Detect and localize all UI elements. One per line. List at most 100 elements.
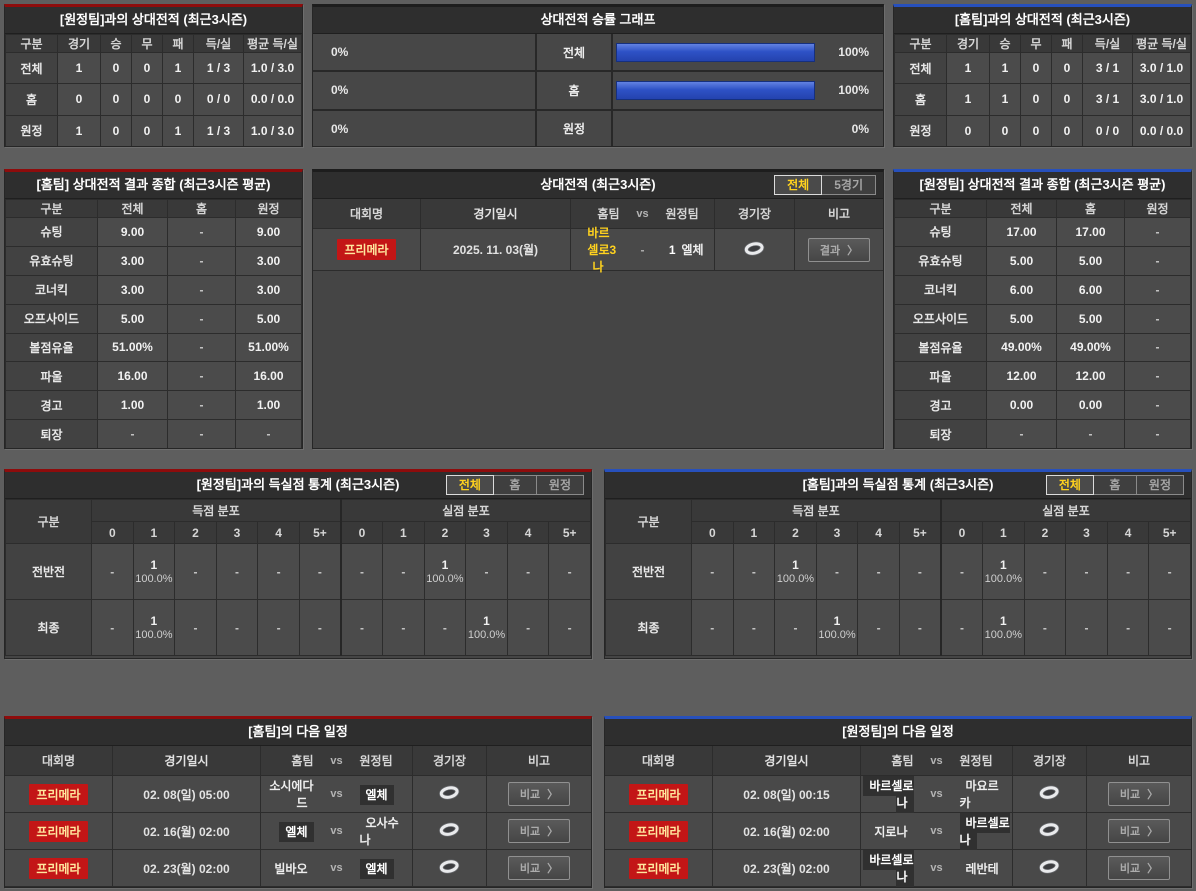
stadium-icon[interactable] — [1037, 857, 1061, 879]
stat-value: - — [1124, 419, 1191, 448]
vs-label: vs — [330, 862, 343, 874]
panel-title: [원정팀]과의 상대전적 (최근3시즌) — [5, 7, 302, 34]
distribution-cell: - — [815, 543, 859, 600]
graph-row: 0% 홈 100% — [313, 72, 883, 111]
stat-value: 6.00 — [1056, 274, 1125, 305]
stat-value: - — [235, 419, 302, 448]
stat-value: 3.0 / 1.0 — [1132, 51, 1191, 85]
dash-value: - — [317, 564, 322, 579]
tab-away[interactable]: 원정 — [535, 475, 584, 495]
stat-value: 1 — [162, 114, 194, 146]
dash-value: - — [1126, 564, 1131, 579]
score-column-header: 3 — [815, 521, 859, 544]
stadium-icon[interactable] — [437, 857, 461, 879]
note-button[interactable]: 비교 〉 — [507, 819, 571, 843]
stat-value: 51.00% — [97, 332, 168, 363]
table-row: 최종 -1 100.0% - - - - - - -1 100.0% - - — [5, 599, 591, 656]
graph-row: 0% 원정 0% — [313, 110, 883, 146]
dash-value: - — [917, 564, 922, 579]
row-label: 전반전 — [605, 543, 692, 600]
dash-value: - — [876, 564, 881, 579]
note-button[interactable]: 비교 〉 — [507, 856, 571, 880]
distribution-cell: - — [174, 543, 217, 600]
row-summaries: [홈팀] 상대전적 결과 종합 (최근3시즌 평균) 구분 전체 홈 원정 슈팅 9.00… — [4, 169, 1192, 449]
stadium-icon[interactable] — [437, 820, 461, 842]
table-row: 전체 1 1 0 0 3 / 1 3.0 / 1.0 — [894, 51, 1191, 85]
row-label: 전반전 — [5, 543, 92, 600]
tab-all[interactable]: 전체 — [445, 475, 494, 495]
matches-tabs: 전체 5경기 — [774, 175, 876, 195]
schedule-row: 프리메라 02. 08(일) 05:00 소시에다드 vs 엘체 비교 〉 — [5, 776, 591, 813]
distribution-cell: - — [548, 599, 591, 656]
table-row: 코너킥 3.00-3.00 — [5, 274, 302, 305]
distribution-cell: - — [1023, 543, 1067, 600]
teams-cell: 바르셀로나 vs 마요르카 — [861, 776, 1013, 813]
stat-value: 5.00 — [1056, 303, 1125, 334]
distribution-cell: - — [423, 599, 467, 656]
teams-wrap: 홈팀 vs 원정팀 — [261, 752, 412, 769]
column-header: 평균 득/실 — [1132, 34, 1191, 53]
stat-value: 1 — [989, 83, 1021, 116]
table-head: 구분 경기 승 무 패 득/실 평균 득/실 — [894, 34, 1191, 53]
league-cell: 프리메라 — [605, 776, 713, 812]
tab-5games[interactable]: 5경기 — [821, 175, 876, 195]
note-button[interactable]: 비교 〉 — [507, 782, 571, 806]
distribution-cell: - — [939, 599, 984, 656]
table-row: 퇴장 - - - — [894, 419, 1191, 448]
row-label: 퇴장 — [5, 419, 98, 448]
column-header: 경기 — [946, 34, 990, 53]
away-team-label: 엘체 — [359, 784, 394, 805]
note-button[interactable]: 비교 〉 — [1107, 819, 1171, 843]
score-column-header: 5+ — [298, 521, 342, 544]
away-h2h-table: 구분 경기 승 무 패 득/실 평균 득/실 전체 1 0 0 1 1 / 3 1.0 / 3.0 홈 0 0 0… — [5, 34, 302, 146]
table-row: 경고 1.00-1.00 — [5, 390, 302, 421]
stat-value: - — [167, 419, 236, 448]
stat-value: 9.00 — [235, 217, 302, 247]
away-team-name: 오사수나 — [360, 814, 413, 848]
header-vs: vs — [636, 207, 649, 220]
panel-title: 상대전적 (최근3시즌) 전체 5경기 — [313, 172, 883, 199]
note-button[interactable]: 결과 〉 — [807, 237, 871, 262]
note-cell: 비교 〉 — [1087, 813, 1191, 849]
stat-value: 0.00 — [1056, 390, 1125, 421]
dash-value: - — [835, 564, 840, 579]
row-label: 원정 — [894, 114, 947, 146]
league-badge: 프리메라 — [337, 239, 396, 260]
tab-home[interactable]: 홈 — [1092, 475, 1137, 495]
score-separator: - — [640, 242, 645, 257]
header-note: 비고 — [527, 754, 551, 768]
note-button[interactable]: 비교 〉 — [1107, 782, 1171, 806]
stadium-icon[interactable] — [742, 239, 766, 261]
dash-value: - — [442, 620, 447, 635]
table-row: 오프사이드 5.00 5.00- — [894, 303, 1191, 334]
stadium-icon[interactable] — [437, 783, 461, 805]
score-cols-row: 0 1 2 3 4 5+ 0 1 2 3 4 5+ — [606, 521, 1191, 544]
count-value: 1 — [483, 614, 490, 628]
table-head: 구분 득점 분포 실점 분포 0 1 2 3 4 5+ 0 1 2 3 4 5+ — [5, 499, 591, 544]
tab-home[interactable]: 홈 — [492, 475, 537, 495]
home-team-name: 바르셀로나 — [861, 776, 914, 813]
match-row: 프리메라 2025. 11. 03(월) 바르셀로나 3 - 1 엘체 결과 〉 — [313, 226, 883, 274]
distribution-cell: 1 100.0% — [774, 543, 817, 600]
column-header: 승 — [100, 34, 132, 53]
tab-all[interactable]: 전체 — [1045, 475, 1094, 495]
score: 3 - 1 — [610, 243, 676, 257]
home-h2h-table: 구분 경기 승 무 패 득/실 평균 득/실 전체 1 1 0 0 3 / 1 3.0 / 1.0 홈 1 1 0… — [894, 34, 1191, 146]
away-team-name: 레반테 — [960, 860, 1013, 877]
league-badge: 프리메라 — [29, 857, 88, 879]
table-row: 파울 16.00-16.00 — [5, 361, 302, 392]
tab-all[interactable]: 전체 — [774, 175, 823, 195]
stat-value: 5.00 — [235, 303, 302, 334]
score-column-header: 2 — [774, 521, 817, 544]
row-label: 경고 — [894, 390, 987, 421]
venue-cell — [413, 813, 487, 849]
stadium-icon[interactable] — [1037, 783, 1061, 805]
note-button[interactable]: 비교 〉 — [1107, 856, 1171, 880]
tab-away[interactable]: 원정 — [1135, 475, 1184, 495]
header-league: 대회명 — [605, 746, 713, 775]
stadium-icon[interactable] — [1037, 820, 1061, 842]
bar-track — [616, 80, 815, 100]
away-team-label: 마요르카 — [959, 779, 999, 810]
chevron-right-icon: 〉 — [547, 863, 559, 875]
row-label: 코너킥 — [5, 274, 98, 305]
